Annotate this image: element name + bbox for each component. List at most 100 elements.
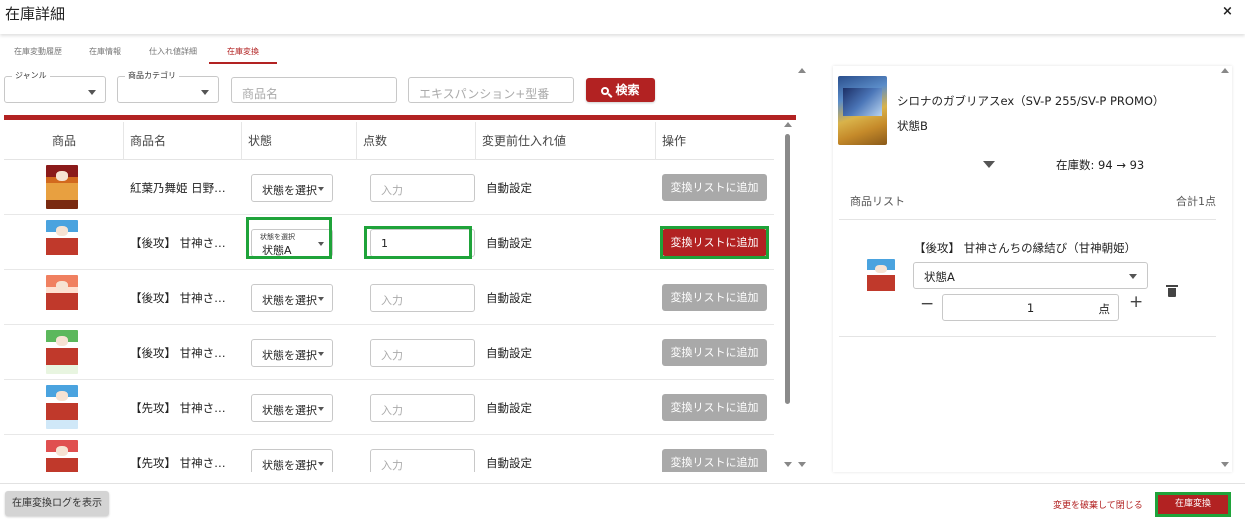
table-scrollbar[interactable] (783, 122, 793, 472)
tab-stock-info[interactable]: 在庫情報 (80, 46, 130, 64)
chevron-down-icon (318, 352, 324, 356)
scroll-up-icon[interactable] (784, 122, 792, 127)
outer-scrollbar-bottom[interactable] (797, 462, 807, 472)
quantity-input-text: 入力 (381, 459, 403, 472)
tab-stock-history[interactable]: 在庫変動履歴 (6, 46, 70, 64)
quantity-input[interactable]: 入力 (370, 174, 475, 202)
product-thumbnail (46, 385, 78, 429)
scroll-up-icon[interactable] (798, 68, 806, 73)
list-item-state-select[interactable]: 状態A (913, 262, 1148, 289)
state-select[interactable]: 状態を選択 (251, 394, 333, 422)
highlight-add-button (660, 226, 769, 259)
total-count: 合計1点 (1176, 195, 1216, 208)
product-name-input[interactable]: 商品名 (231, 77, 397, 103)
search-button-label: 検索 (615, 83, 640, 97)
dialog-header: 在庫詳細 × (0, 0, 1245, 34)
chevron-down-icon (318, 407, 324, 411)
list-item-state-value: 状態A (924, 270, 955, 284)
table-top-divider (4, 115, 796, 120)
source-product-state: 状態B (897, 119, 928, 133)
product-thumbnail (46, 220, 78, 264)
column-header-state: 状態 (241, 122, 272, 160)
previous-price: 自動設定 (486, 236, 532, 250)
previous-price: 自動設定 (486, 401, 532, 415)
genre-select[interactable]: ジャンル (4, 70, 106, 103)
scroll-down-icon[interactable] (784, 462, 792, 467)
quantity-input[interactable]: 入力 (370, 449, 475, 472)
search-button[interactable]: 検索 (586, 78, 655, 102)
tab-stock-conversion[interactable]: 在庫変換 (209, 46, 277, 64)
state-select[interactable]: 状態を選択 (251, 174, 333, 202)
state-select[interactable]: 状態を選択 (251, 449, 333, 472)
table-row: 【先攻】 甘神さん… 状態を選択 入力 自動設定 変換リストに追加 (4, 435, 774, 472)
arrow-down-icon (983, 161, 995, 168)
column-header-product: 商品 (52, 134, 77, 148)
add-to-conversion-list-button[interactable]: 変換リストに追加 (662, 394, 767, 421)
column-header-qty: 点数 (356, 122, 387, 160)
trash-icon[interactable] (1166, 285, 1178, 297)
show-conversion-log-button[interactable]: 在庫変換ログを表示 (5, 491, 109, 516)
genre-select-label: ジャンル (12, 70, 50, 81)
highlight-quantity-input (364, 226, 472, 259)
category-select[interactable]: 商品カテゴリ (117, 70, 219, 103)
product-list-label: 商品リスト (850, 195, 905, 208)
dialog-footer: 在庫変換ログを表示 変更を破棄して閉じる 在庫変換 (0, 483, 1245, 522)
table-header: 商品 商品名 状態 点数 変更前仕入れ値 操作 (4, 122, 774, 160)
dialog-title: 在庫詳細 (5, 5, 66, 23)
add-to-conversion-list-button[interactable]: 変換リストに追加 (662, 174, 767, 201)
product-list-header: 商品リスト 合計1点 (839, 185, 1216, 220)
product-thumbnail (46, 165, 78, 209)
quantity-input[interactable]: 入力 (370, 394, 475, 422)
expansion-placeholder: エキスパンション+型番 (419, 87, 550, 101)
scroll-up-icon[interactable] (1221, 68, 1229, 73)
state-select[interactable]: 状態を選択 (251, 284, 333, 312)
state-select-value: 状態を選択 (262, 349, 317, 362)
list-item-quantity-input[interactable]: 1 点 (942, 294, 1119, 321)
chevron-down-icon (1129, 274, 1137, 279)
tab-purchase-price[interactable]: 仕入れ値詳細 (140, 46, 206, 64)
minus-icon[interactable]: − (920, 294, 934, 314)
close-icon[interactable]: × (1222, 4, 1233, 19)
category-select-label: 商品カテゴリ (125, 70, 179, 81)
quantity-input[interactable]: 入力 (370, 284, 475, 312)
tab-bar: 在庫変動履歴 在庫情報 仕入れ値詳細 在庫変換 (0, 46, 798, 64)
add-to-conversion-list-button[interactable]: 変換リストに追加 (662, 339, 767, 366)
quantity-input-text: 入力 (381, 404, 403, 417)
plus-icon[interactable]: + (1129, 292, 1143, 312)
list-item-quantity-value: 1 (1026, 301, 1035, 315)
previous-price: 自動設定 (486, 456, 532, 470)
panel-scrollbar[interactable] (1220, 68, 1230, 470)
column-header-action: 操作 (655, 122, 686, 160)
add-to-conversion-list-button[interactable]: 変換リストに追加 (662, 449, 767, 472)
convert-stock-button[interactable]: 在庫変換 (1155, 492, 1231, 517)
quantity-input-text: 入力 (381, 349, 403, 362)
scroll-down-icon[interactable] (1221, 462, 1229, 467)
source-product-image (838, 76, 887, 145)
table-row: 【後攻】 甘神さん… 状態を選択 入力 自動設定 変換リストに追加 (4, 270, 774, 325)
state-select[interactable]: 状態を選択 (251, 339, 333, 367)
scroll-down-icon[interactable] (798, 462, 806, 467)
discard-and-close-link[interactable]: 変更を破棄して閉じる (1053, 498, 1143, 511)
highlight-state-select (246, 217, 332, 259)
expansion-input[interactable]: エキスパンション+型番 (408, 77, 574, 103)
product-name-placeholder: 商品名 (242, 87, 279, 101)
state-select-value: 状態を選択 (262, 459, 317, 472)
conversion-list-item: 【後攻】 甘神さんちの縁結び（甘神朝姫） 状態A − 1 点 + (839, 222, 1216, 337)
table-scrollbar-thumb[interactable] (785, 134, 790, 404)
outer-scrollbar[interactable] (797, 68, 807, 78)
product-name: 【先攻】 甘神さん… (130, 456, 236, 470)
chevron-down-icon (88, 90, 96, 95)
search-icon (601, 87, 610, 95)
previous-price: 自動設定 (486, 291, 532, 305)
chevron-down-icon (318, 462, 324, 466)
add-to-conversion-list-button[interactable]: 変換リストに追加 (662, 284, 767, 311)
quantity-input[interactable]: 入力 (370, 339, 475, 367)
quantity-input-text: 入力 (381, 294, 403, 307)
state-select-value: 状態を選択 (262, 184, 317, 197)
state-select-value: 状態を選択 (262, 294, 317, 307)
table-row: 【先攻】 甘神さん… 状態を選択 入力 自動設定 変換リストに追加 (4, 380, 774, 435)
chevron-down-icon (318, 297, 324, 301)
quantity-input-text: 入力 (381, 184, 403, 197)
list-item-name: 【後攻】 甘神さんちの縁結び（甘神朝姫） (914, 241, 1137, 255)
product-name: 【後攻】 甘神さん… (130, 291, 236, 305)
